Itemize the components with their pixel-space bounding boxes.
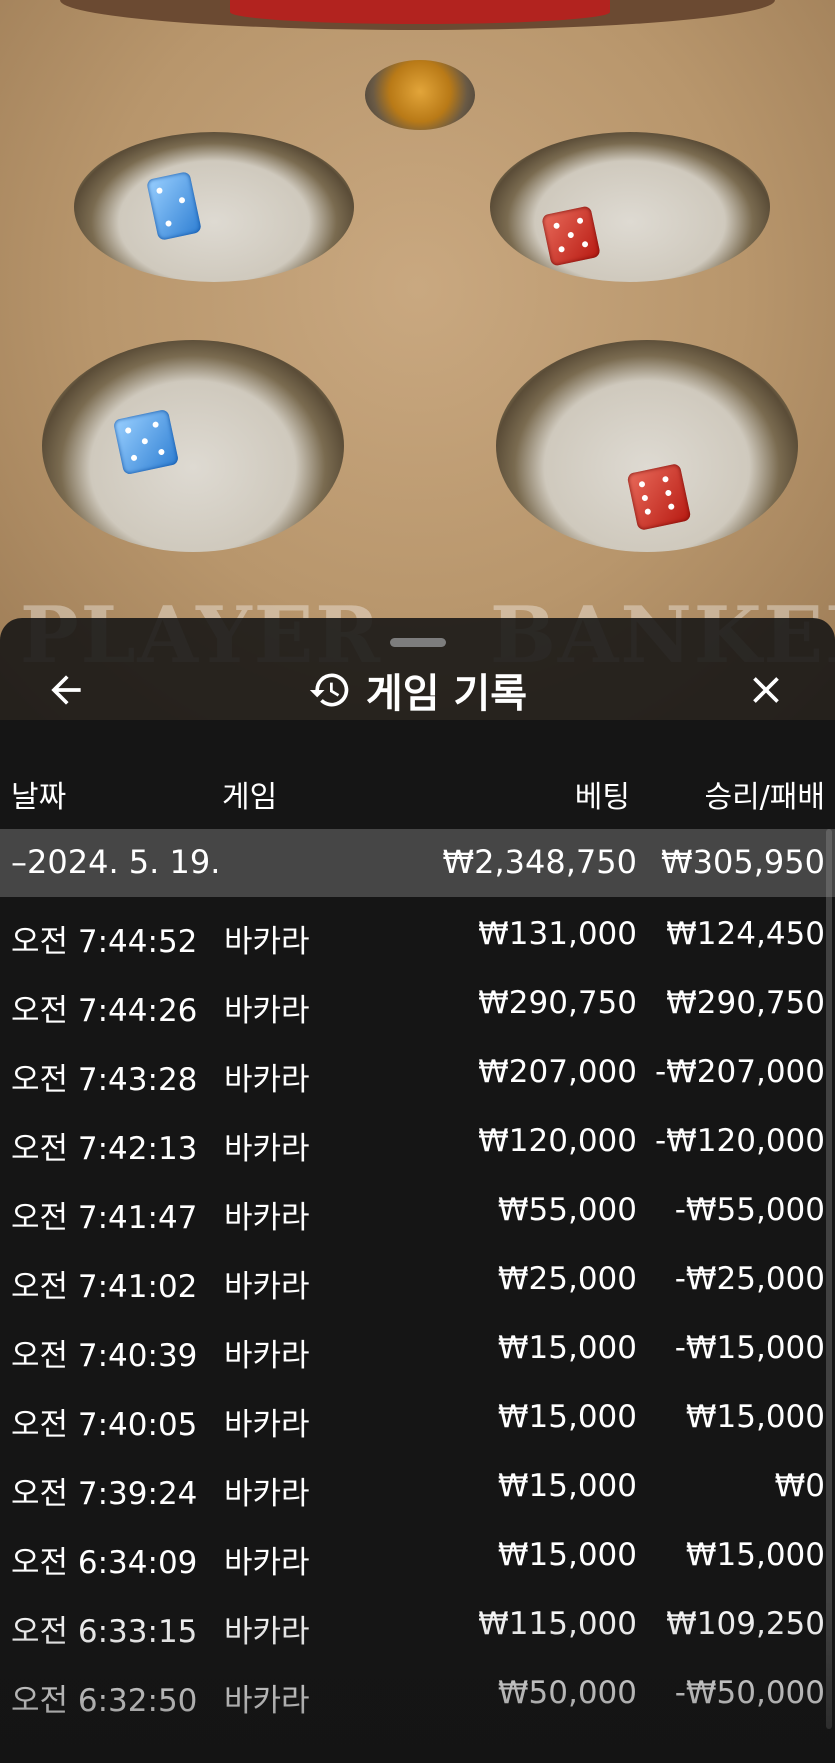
row-bet: ₩15,000	[497, 1537, 637, 1573]
table-row[interactable]: 오전 7:41:02 바카라 ₩25,000 -₩25,000	[0, 1245, 835, 1314]
table-row[interactable]: 오전 7:40:05 바카라 ₩15,000 ₩15,000	[0, 1383, 835, 1452]
row-result: -₩120,000	[654, 1123, 825, 1159]
history-clock-icon	[309, 673, 349, 707]
dealer-area	[60, 0, 775, 30]
row-game: 바카라	[224, 1614, 310, 1650]
row-game: 바카라	[224, 1545, 310, 1581]
table-header: 날짜 게임 베팅 승리/패배	[0, 752, 835, 826]
row-result: ₩15,000	[685, 1537, 825, 1573]
row-time: 오전 6:33:15	[11, 1614, 198, 1650]
gem-button-decoration	[365, 60, 475, 130]
table-row[interactable]: 오전 7:43:28 바카라 ₩207,000 -₩207,000	[0, 1038, 835, 1107]
row-game: 바카라	[224, 1476, 310, 1512]
row-time: 오전 7:40:05	[11, 1407, 198, 1443]
blue-die-icon	[112, 408, 180, 476]
row-bet: ₩55,000	[497, 1192, 637, 1228]
row-result: -₩15,000	[674, 1330, 825, 1366]
column-header-date: 날짜	[11, 780, 67, 815]
row-bet: ₩207,000	[478, 1054, 637, 1090]
row-result: ₩109,250	[666, 1606, 825, 1642]
page-title: 게임 기록	[365, 671, 528, 717]
row-result: ₩290,750	[666, 985, 825, 1021]
close-button[interactable]	[744, 668, 788, 712]
row-game: 바카라	[224, 1683, 310, 1719]
row-time: 오전 7:41:02	[11, 1269, 198, 1305]
red-die-icon	[626, 463, 692, 531]
row-time: 오전 7:43:28	[11, 1062, 198, 1098]
row-result: -₩55,000	[674, 1192, 825, 1228]
row-time: 오전 6:34:09	[11, 1545, 198, 1581]
row-time: 오전 7:39:24	[11, 1476, 198, 1512]
date-group-total-win-loss: ₩305,950	[661, 843, 825, 881]
table-row[interactable]: 오전 7:40:39 바카라 ₩15,000 -₩15,000	[0, 1314, 835, 1383]
row-time: 오전 7:44:52	[11, 924, 198, 960]
row-result: -₩50,000	[674, 1675, 825, 1711]
row-time: 오전 7:41:47	[11, 1200, 198, 1236]
row-bet: ₩290,750	[478, 985, 637, 1021]
table-row[interactable]: 오전 7:42:13 바카라 ₩120,000 -₩120,000	[0, 1107, 835, 1176]
column-header-win-loss: 승리/패배	[704, 780, 825, 815]
row-result: ₩0	[774, 1468, 825, 1504]
date-group-date: –2024. 5. 19.	[11, 843, 221, 881]
row-time: 오전 6:32:50	[11, 1683, 198, 1719]
sheet-header: 게임 기록	[0, 650, 835, 730]
row-result: ₩124,450	[666, 916, 825, 952]
column-header-game: 게임	[222, 780, 278, 815]
row-bet: ₩115,000	[478, 1606, 637, 1642]
table-row[interactable]: 오전 6:32:50 바카라 ₩50,000 -₩50,000	[0, 1659, 835, 1728]
row-bet: ₩50,000	[497, 1675, 637, 1711]
row-bet: ₩25,000	[497, 1261, 637, 1297]
row-game: 바카라	[224, 1338, 310, 1374]
row-game: 바카라	[224, 1200, 310, 1236]
column-header-bet: 베팅	[574, 780, 630, 815]
row-time: 오전 7:40:39	[11, 1338, 198, 1374]
table-row[interactable]: 오전 7:39:24 바카라 ₩15,000 ₩0	[0, 1452, 835, 1521]
row-bet: ₩15,000	[497, 1468, 637, 1504]
row-result: -₩207,000	[654, 1054, 825, 1090]
arrow-left-icon	[51, 675, 81, 705]
date-group-row[interactable]: –2024. 5. 19. ₩2,348,750 ₩305,950	[0, 829, 835, 897]
row-bet: ₩15,000	[497, 1399, 637, 1435]
table-row[interactable]: 오전 7:44:52 바카라 ₩131,000 ₩124,450	[0, 900, 835, 969]
row-game: 바카라	[224, 924, 310, 960]
row-bet: ₩120,000	[478, 1123, 637, 1159]
table-row[interactable]: 오전 7:41:47 바카라 ₩55,000 -₩55,000	[0, 1176, 835, 1245]
row-game: 바카라	[224, 1269, 310, 1305]
title-group: 게임 기록	[0, 650, 835, 730]
row-game: 바카라	[224, 1131, 310, 1167]
close-icon	[753, 677, 779, 703]
row-result: -₩25,000	[674, 1261, 825, 1297]
back-button[interactable]	[44, 668, 88, 712]
row-result: ₩15,000	[685, 1399, 825, 1435]
row-game: 바카라	[224, 993, 310, 1029]
row-game: 바카라	[224, 1407, 310, 1443]
date-group-total-bet: ₩2,348,750	[442, 843, 638, 881]
scrollbar[interactable]	[826, 829, 832, 1729]
dice-cup-player-2	[42, 340, 344, 552]
table-row[interactable]: 오전 6:34:09 바카라 ₩15,000 ₩15,000	[0, 1521, 835, 1590]
dice-cup-banker-1	[490, 132, 770, 282]
row-bet: ₩15,000	[497, 1330, 637, 1366]
game-table-background: PLAYER BANKER	[0, 0, 835, 720]
row-time: 오전 7:42:13	[11, 1131, 198, 1167]
row-game: 바카라	[224, 1062, 310, 1098]
row-time: 오전 7:44:26	[11, 993, 198, 1029]
table-row[interactable]: 오전 7:44:26 바카라 ₩290,750 ₩290,750	[0, 969, 835, 1038]
table-row[interactable]: 오전 6:33:15 바카라 ₩115,000 ₩109,250	[0, 1590, 835, 1659]
row-bet: ₩131,000	[478, 916, 637, 952]
red-die-icon	[541, 205, 601, 267]
dice-cup-player-1	[74, 132, 354, 282]
drag-handle[interactable]	[390, 638, 446, 647]
history-list: 오전 7:44:52 바카라 ₩131,000 ₩124,450 오전 7:44:26 바…	[0, 900, 835, 1728]
